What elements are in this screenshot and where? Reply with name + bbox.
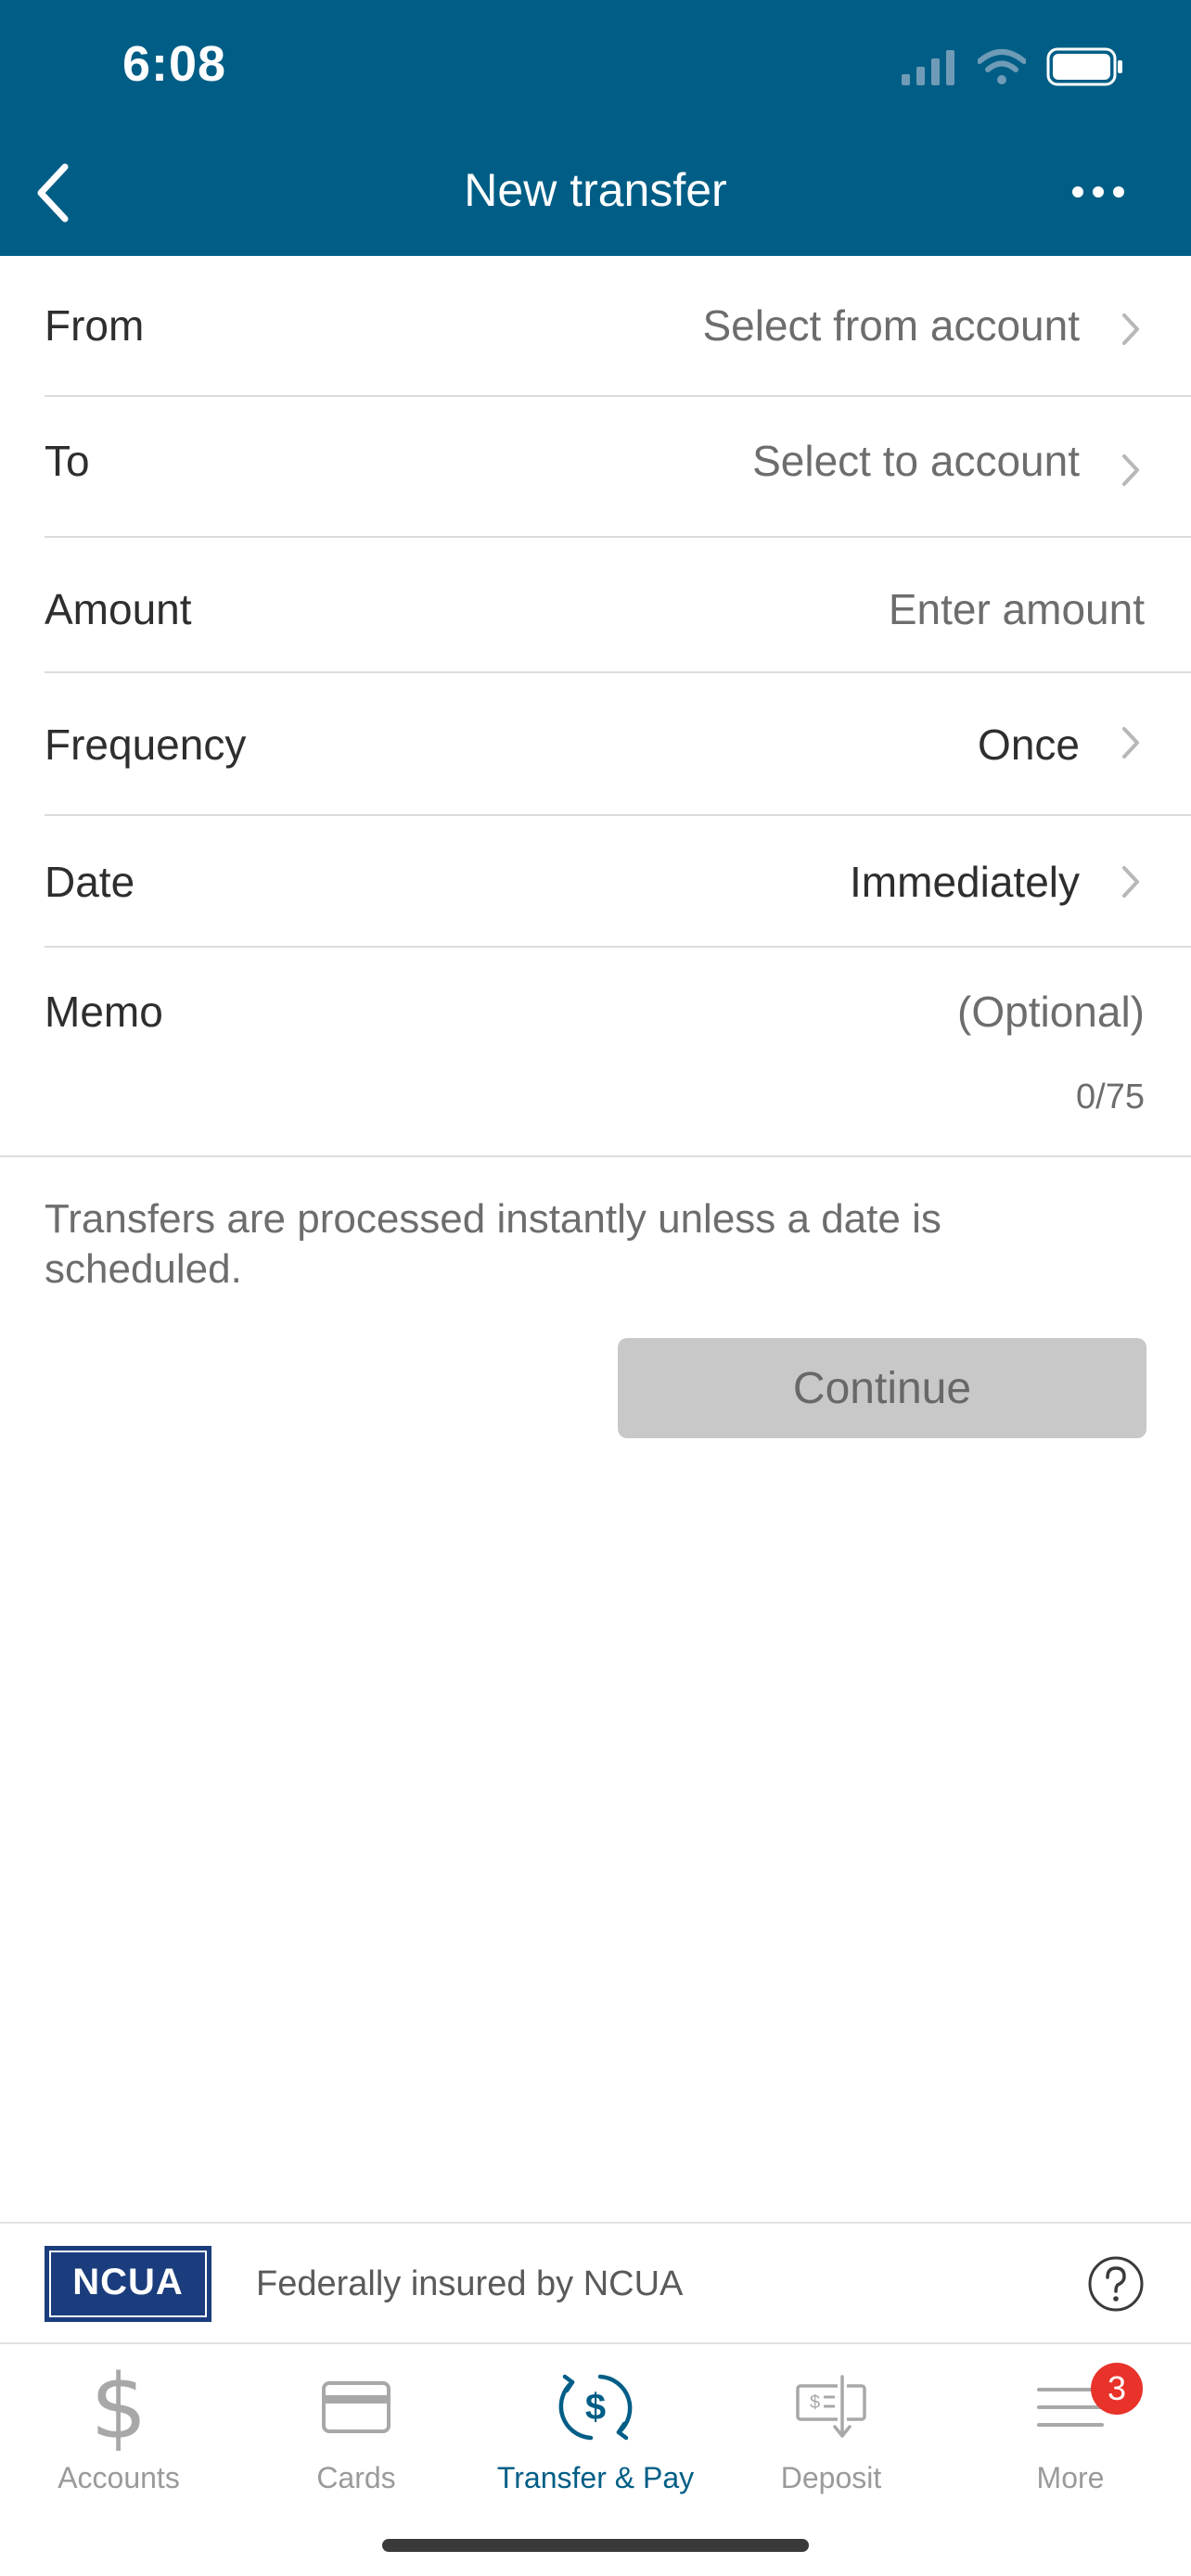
battery-icon (1046, 47, 1122, 86)
to-value: Select to account (752, 437, 1080, 485)
status-icons (902, 46, 1124, 87)
tab-more[interactable]: 3 More (952, 2361, 1189, 2509)
home-indicator (382, 2539, 809, 2552)
frequency-value: Once (978, 721, 1080, 769)
more-options-button[interactable] (1070, 178, 1126, 206)
from-label: From (45, 301, 145, 350)
ncua-logo: NCUA (45, 2246, 211, 2322)
page-title: New transfer (464, 164, 727, 216)
divider (0, 1155, 1191, 1157)
tab-label: Transfer & Pay (496, 2461, 695, 2494)
svg-text:$: $ (585, 2387, 606, 2428)
transfer-info-text: Transfers are processed instantly unless… (45, 1196, 941, 1292)
memo-label: Memo (45, 988, 163, 1036)
tab-accounts[interactable]: $ Accounts (0, 2361, 237, 2509)
amount-input[interactable]: Enter amount (889, 584, 1145, 634)
to-label: To (45, 437, 90, 485)
transfer-pay-icon: $ (544, 2361, 647, 2454)
tab-label: Accounts (58, 2461, 180, 2494)
ellipsis-icon (1072, 186, 1124, 198)
chevron-right-icon (1122, 727, 1139, 759)
from-account-row[interactable]: From Select from account (45, 256, 1191, 397)
notification-badge: 3 (1091, 2363, 1143, 2415)
cellular-signal-icon (902, 50, 954, 85)
header: 6:08 New transfer (0, 0, 1191, 256)
svg-text:$: $ (810, 2392, 820, 2413)
memo-character-count: 0/75 (1076, 1078, 1145, 1116)
frequency-label: Frequency (45, 721, 247, 769)
date-value: Immediately (850, 858, 1080, 906)
memo-input[interactable]: (Optional) (957, 987, 1145, 1037)
tab-transfer-pay[interactable]: $ Transfer & Pay (477, 2361, 714, 2509)
memo-row: Memo (Optional) 0/75 (45, 948, 1191, 1155)
help-button[interactable] (1087, 2255, 1145, 2313)
chevron-right-icon (1122, 866, 1139, 898)
date-row[interactable]: Date Immediately (45, 816, 1191, 948)
continue-button[interactable]: Continue (618, 1338, 1146, 1438)
ncua-insured-text: Federally insured by NCUA (256, 2264, 684, 2303)
from-value: Select from account (702, 301, 1080, 350)
ncua-banner: NCUA Federally insured by NCUA (0, 2222, 1191, 2344)
tab-label: Deposit (780, 2461, 882, 2494)
chevron-right-icon (1122, 313, 1139, 345)
tab-label: More (1036, 2461, 1105, 2494)
date-label: Date (45, 858, 135, 906)
question-circle-icon (1088, 2256, 1144, 2312)
new-transfer-screen: 6:08 New transfer From Select from accou… (0, 0, 1191, 2576)
amount-row: Amount Enter amount (45, 538, 1191, 673)
wifi-icon (978, 49, 1026, 84)
status-time: 6:08 (122, 36, 227, 92)
card-icon (305, 2361, 407, 2454)
frequency-row[interactable]: Frequency Once (45, 673, 1191, 816)
dollar-icon: $ (90, 2355, 147, 2459)
to-account-row[interactable]: To Select to account (45, 397, 1191, 538)
ncua-logo-text: NCUA (72, 2262, 184, 2302)
chevron-right-icon (1122, 454, 1139, 486)
tab-deposit[interactable]: $ Deposit (712, 2361, 950, 2509)
amount-label: Amount (45, 585, 192, 633)
tab-label: Cards (316, 2461, 396, 2494)
tab-cards[interactable]: Cards (237, 2361, 475, 2509)
deposit-check-icon: $ (780, 2361, 882, 2454)
